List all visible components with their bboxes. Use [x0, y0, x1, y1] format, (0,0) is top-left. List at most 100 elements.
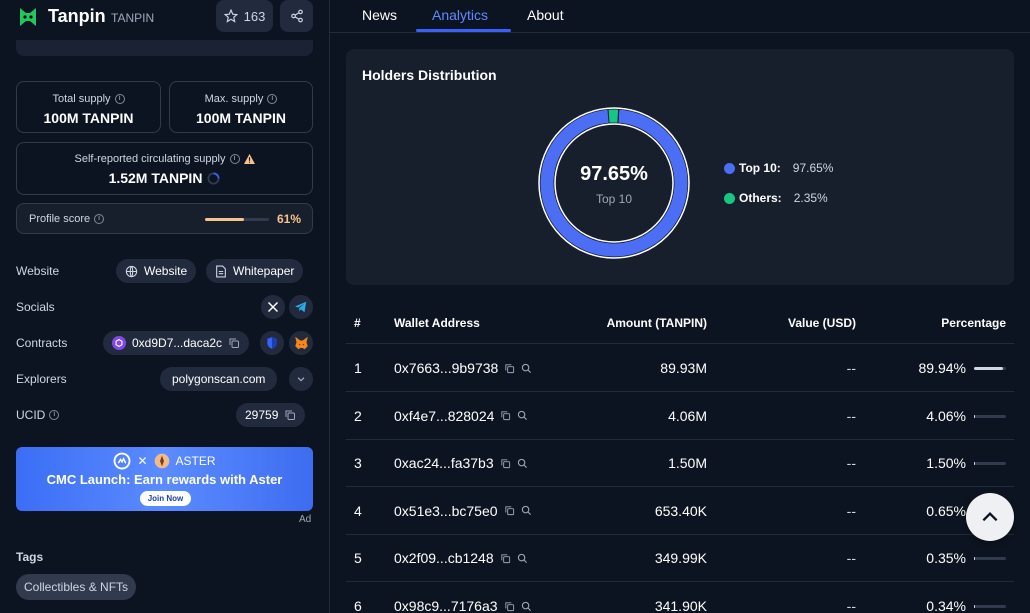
socials-label: Socials [16, 300, 55, 314]
explorers-dropdown-button[interactable] [289, 367, 313, 391]
contracts-label: Contracts [16, 336, 68, 350]
row-percentage: 0.34% [926, 598, 966, 613]
tab-news[interactable]: News [362, 7, 397, 23]
row-rank: 1 [354, 360, 362, 376]
table-row[interactable]: 6 0x98c9...7176a3 341.90K -- 0.34% [346, 583, 1014, 613]
row-value: -- [846, 598, 856, 613]
copy-icon[interactable] [504, 505, 515, 516]
tab-analytics[interactable]: Analytics [432, 7, 488, 23]
tag-item[interactable]: Collectibles & NFTs [16, 574, 137, 600]
total-supply-label: Total supply [52, 93, 111, 105]
watchlist-button[interactable]: 163 [216, 0, 273, 32]
table-row[interactable]: 3 0xac24...fa37b3 1.50M -- 1.50% [346, 440, 1014, 488]
chevron-down-icon [297, 377, 305, 382]
holders-table-header: # Wallet Address Amount (TANPIN) Value (… [346, 298, 1014, 344]
row-amount: 653.40K [654, 502, 707, 519]
telegram-button[interactable] [289, 295, 313, 319]
x-logo-icon [267, 301, 279, 313]
copy-icon[interactable] [284, 409, 296, 421]
globe-icon [125, 265, 138, 277]
profile-score[interactable]: Profile score i 61% [16, 203, 313, 234]
legend-value-top10: 97.65% [792, 161, 834, 175]
table-row[interactable]: 5 0x2f09...cb1248 349.99K -- 0.35% [346, 535, 1014, 583]
wallet-address[interactable]: 0xac24...fa37b3 [394, 455, 494, 471]
polygon-icon [112, 336, 126, 350]
search-icon[interactable] [521, 601, 532, 612]
col-wallet: Wallet Address [394, 316, 480, 330]
donut-center-value: 97.65% [580, 163, 648, 185]
banner-brand-row: ✕ ASTER [16, 452, 313, 470]
chevron-up-icon [982, 512, 998, 522]
circulating-supply-box: Self-reported circulating supply i 1.52M … [16, 142, 313, 195]
legend-label-others: Others: [739, 191, 782, 205]
star-icon [223, 9, 238, 23]
legend-top10: Top 10: 97.65% [724, 161, 833, 175]
section-tabs: News Analytics About [330, 0, 1030, 33]
copy-icon[interactable] [228, 337, 240, 349]
ucid-pill[interactable]: 29759 [236, 403, 306, 427]
table-row[interactable]: 4 0x51e3...bc75e0 653.40K -- 0.65% [346, 488, 1014, 535]
copy-icon[interactable] [504, 601, 515, 612]
row-percentage: 0.65% [926, 502, 966, 519]
table-row[interactable]: 2 0xf4e7...828024 4.06M -- 4.06% [346, 393, 1014, 440]
row-value: -- [846, 502, 856, 519]
collapsed-section [16, 40, 313, 56]
ucid-label-row: UCID i [16, 408, 60, 422]
row-rank: 6 [354, 598, 362, 613]
row-value: -- [846, 407, 856, 424]
row-percentage-bar [974, 414, 1006, 418]
copy-icon[interactable] [504, 363, 515, 374]
ad-label: Ad [299, 514, 312, 525]
share-button[interactable] [280, 0, 313, 32]
row-value: -- [846, 550, 856, 567]
website-button[interactable]: Website [116, 259, 197, 283]
ad-banner[interactable]: ✕ ASTER CMC Launch: Earn rewards with As… [16, 447, 313, 511]
metamask-button[interactable] [289, 331, 313, 355]
search-icon[interactable] [517, 410, 528, 421]
ucid-label: UCID [16, 408, 46, 422]
aster-logo-icon [154, 453, 169, 469]
circulating-supply-label: Self-reported circulating supply [74, 153, 226, 165]
copy-icon[interactable] [500, 458, 511, 469]
tab-about[interactable]: About [527, 7, 564, 23]
info-icon[interactable]: i [114, 94, 125, 104]
wallet-address[interactable]: 0x98c9...7176a3 [394, 598, 498, 613]
profile-score-value: 61% [277, 212, 302, 226]
row-amount: 341.90K [654, 598, 707, 613]
wallet-address[interactable]: 0xf4e7...828024 [394, 408, 494, 424]
info-icon[interactable]: i [94, 214, 105, 224]
info-icon[interactable]: i [229, 154, 240, 164]
profile-score-bar [205, 218, 269, 221]
wallet-shield-button[interactable] [260, 331, 284, 355]
wallet-address[interactable]: 0x51e3...bc75e0 [394, 503, 498, 519]
scroll-to-top-button[interactable] [966, 493, 1014, 541]
row-percentage-bar-fill [974, 605, 976, 608]
explorer-link[interactable]: polygonscan.com [160, 367, 278, 391]
tanpin-logo-icon [20, 8, 36, 26]
row-percentage-bar [974, 367, 1006, 370]
info-icon[interactable]: i [267, 94, 278, 104]
donut-center-label: Top 10 [595, 192, 633, 206]
whitepaper-button[interactable]: Whitepaper [206, 259, 304, 283]
copy-icon[interactable] [500, 410, 511, 421]
contract-address-pill[interactable]: 0xd9D7...daca2c [103, 331, 250, 355]
search-icon[interactable] [517, 553, 528, 564]
card-title: Holders Distribution [362, 67, 497, 83]
cross-icon: ✕ [137, 454, 148, 468]
warning-icon[interactable] [243, 154, 255, 164]
col-value: Value (USD) [787, 316, 856, 330]
info-icon[interactable]: i [49, 410, 60, 420]
search-icon[interactable] [521, 363, 532, 374]
table-row[interactable]: 1 0x7663...9b9738 89.93M -- 89.94% [346, 345, 1014, 392]
row-percentage-bar [974, 557, 1006, 561]
wallet-address[interactable]: 0x2f09...cb1248 [394, 550, 494, 566]
x-social-button[interactable] [261, 295, 285, 319]
row-value: -- [846, 455, 856, 472]
search-icon[interactable] [521, 505, 532, 516]
join-now-button[interactable]: Join Now [140, 491, 191, 506]
search-icon[interactable] [517, 458, 528, 469]
telegram-icon [295, 301, 307, 313]
copy-icon[interactable] [500, 553, 511, 564]
max-supply-value: 100M TANPIN [196, 110, 286, 126]
wallet-address[interactable]: 0x7663...9b9738 [394, 360, 498, 376]
